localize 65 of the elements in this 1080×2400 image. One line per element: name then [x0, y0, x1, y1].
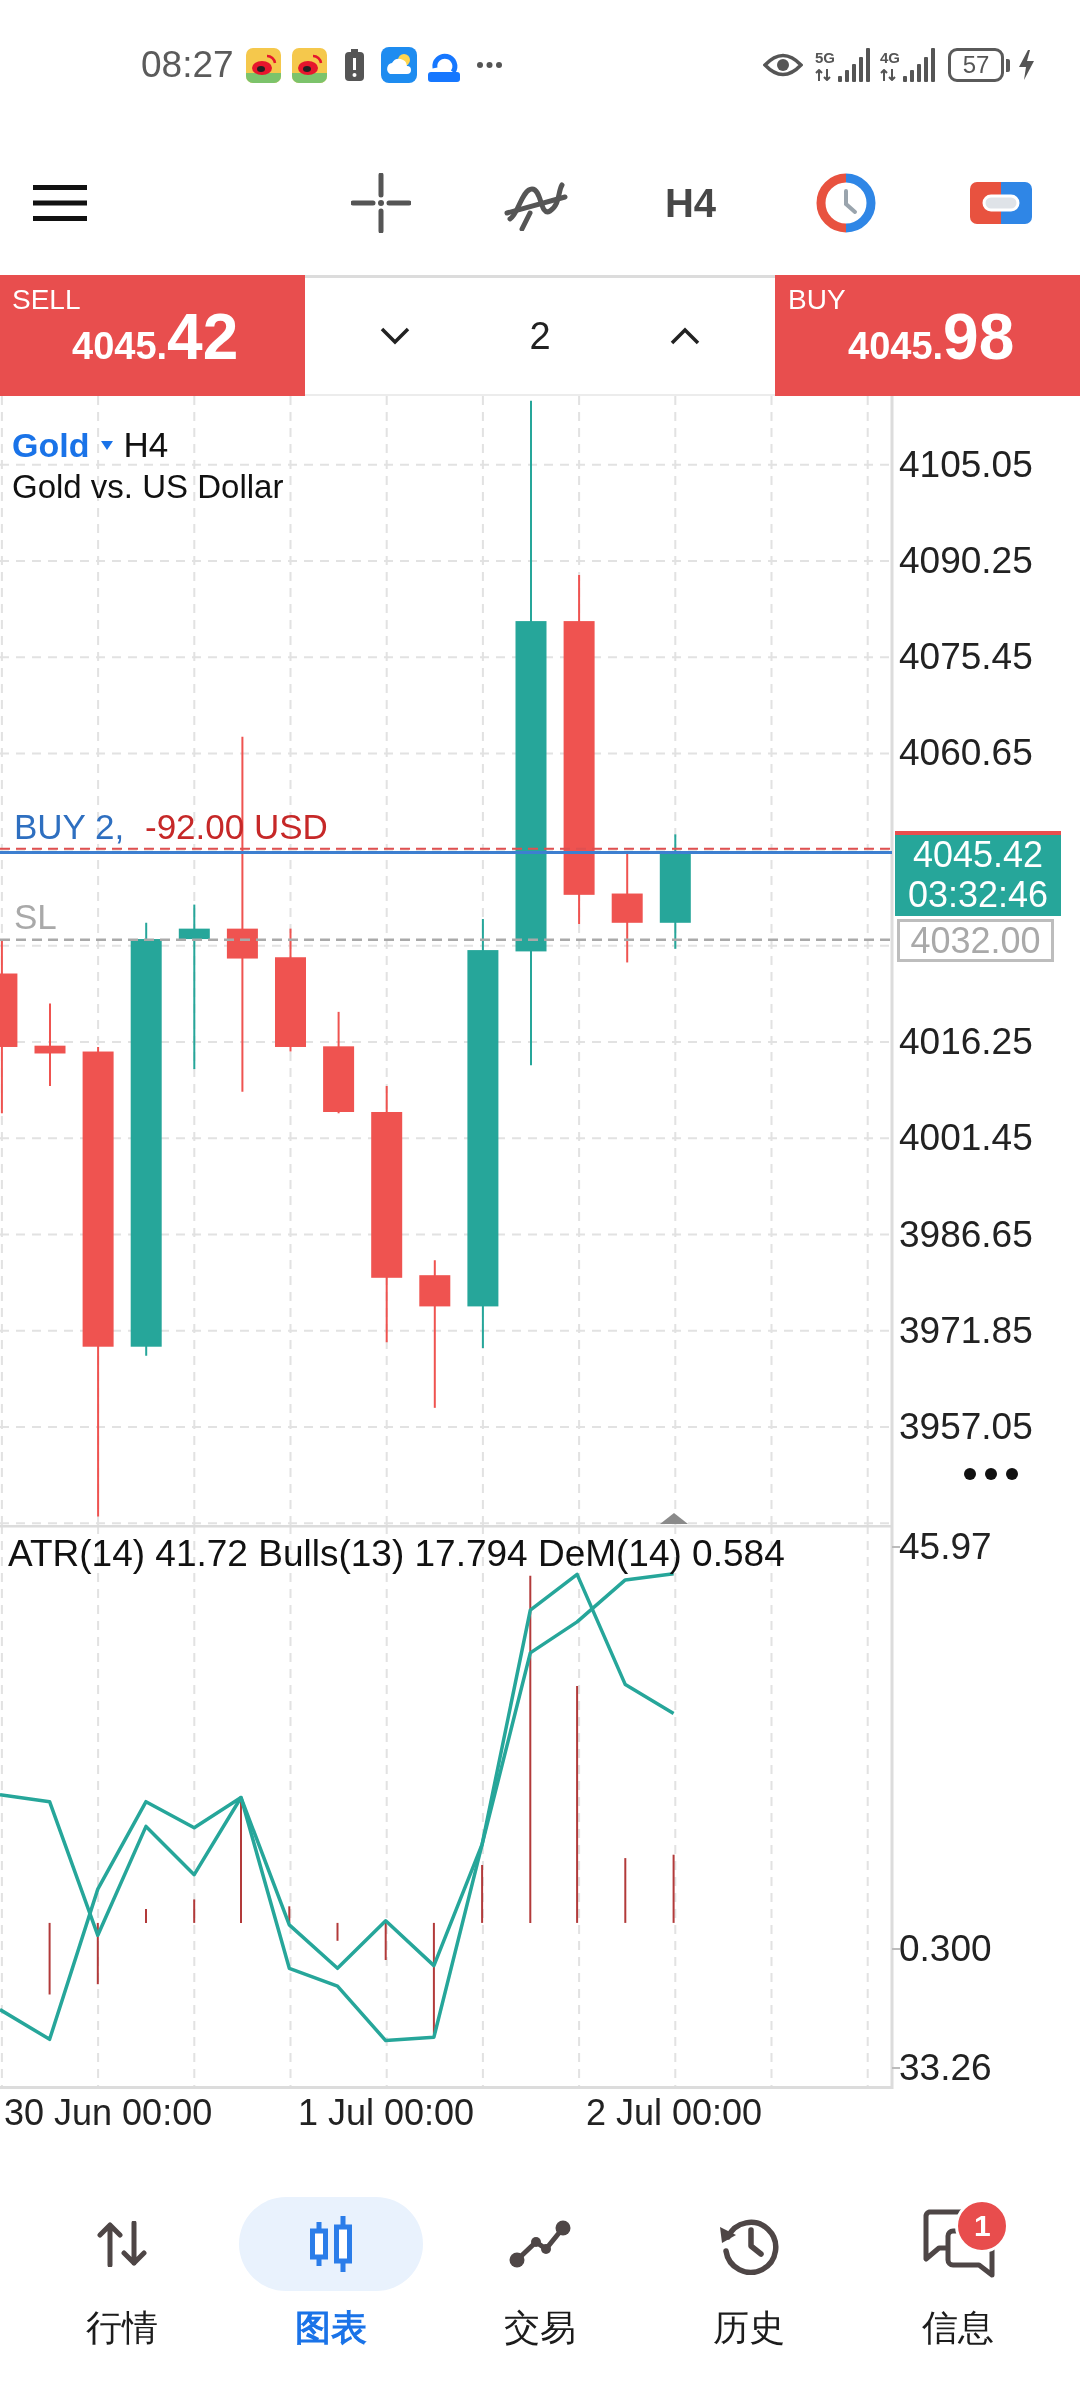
bid-price: 4045.42 — [912, 835, 1044, 876]
trend-line-icon — [509, 2220, 571, 2268]
symbol-description: Gold vs. US Dollar — [12, 467, 284, 507]
time-axis-label: 1 Jul 00:00 — [297, 2093, 475, 2133]
stop-loss-tag: 4032.00 — [897, 918, 1054, 962]
time-axis-label: 2 Jul 00:00 — [585, 2093, 763, 2133]
nav-tab[interactable]: 1 信息 — [853, 2197, 1063, 2359]
histogram-bar — [481, 1864, 484, 1924]
symbol-dropdown[interactable]: Gold — [12, 424, 114, 466]
more-icon — [475, 61, 503, 69]
timeframe-label: H4 — [123, 424, 169, 466]
app-icon — [291, 47, 327, 83]
timeframe-button[interactable]: H4 — [664, 179, 717, 226]
indicator-axis-label: 33.26 — [899, 2048, 992, 2088]
position-label: BUY 2, — [14, 806, 125, 847]
crosshair-icon[interactable] — [350, 172, 411, 233]
histogram-bar — [336, 1921, 339, 1942]
stop-loss-label: SL — [14, 896, 57, 937]
clock-icon[interactable] — [815, 172, 876, 233]
price-axis-label: 4105.05 — [899, 444, 1033, 485]
histogram-bar — [193, 1898, 196, 1924]
nav-tab[interactable]: 历史 — [644, 2197, 854, 2359]
sell-button[interactable]: SELL 4045.42 — [0, 275, 305, 396]
price-axis-label: 4075.45 — [899, 637, 1033, 678]
histogram-bar — [384, 1921, 387, 1961]
price-axis-label: 4016.25 — [899, 1022, 1033, 1063]
histogram-bar — [624, 1857, 627, 1924]
signal-icon — [838, 48, 870, 82]
price-axis-label: 4090.25 — [899, 540, 1033, 581]
battery-alert-icon — [344, 49, 364, 81]
network-label: 4G — [880, 50, 900, 66]
price-axis-label: 4060.65 — [899, 733, 1033, 774]
panel-handle-icon[interactable] — [660, 1513, 688, 1524]
data-arrows-icon — [814, 69, 831, 81]
battery-indicator: 57 — [948, 48, 1010, 82]
nav-tab[interactable]: 行情 — [17, 2197, 227, 2359]
price-axis-label: 3986.65 — [899, 1214, 1033, 1255]
price-axis-label: 3957.05 — [899, 1407, 1033, 1447]
price-axis-label: 4001.45 — [899, 1118, 1033, 1159]
chevron-up-icon[interactable] — [670, 327, 700, 345]
histogram-bar — [672, 1853, 675, 1924]
countdown-timer: 03:32:46 — [907, 875, 1049, 916]
histogram-bar — [96, 1921, 99, 1986]
weather-icon — [380, 47, 417, 83]
buy-button[interactable]: BUY 4045.98 — [775, 275, 1080, 396]
eye-icon — [762, 51, 803, 79]
signal-icon — [903, 48, 935, 82]
indicator-legend: ATR(14) 41.72 Bulls(13) 17.794 DeM(14) 0.584 — [8, 1534, 785, 1574]
up-down-arrows-icon — [95, 2221, 148, 2267]
time-axis-label: 30 Jun 00:00 — [4, 2093, 213, 2133]
app-icon — [245, 47, 281, 83]
network-label: 5G — [814, 50, 835, 66]
more-icon[interactable] — [964, 1468, 1018, 1480]
histogram-bar — [288, 1905, 291, 1924]
lot-size-field[interactable]: 2 — [529, 314, 551, 358]
status-time: 08:27 — [141, 45, 234, 85]
price-axis-label: 3971.85 — [899, 1310, 1033, 1351]
chevron-down-icon[interactable] — [380, 327, 410, 345]
toggle-icon[interactable] — [969, 181, 1032, 224]
nav-tab[interactable]: 交易 — [435, 2197, 645, 2359]
indicator-axis-label: 45.97 — [899, 1527, 992, 1567]
indicator-axis-label: 0.300 — [899, 1929, 992, 1969]
data-arrows-icon — [880, 69, 896, 81]
caret-icon — [101, 440, 114, 450]
menu-icon[interactable] — [33, 184, 87, 221]
